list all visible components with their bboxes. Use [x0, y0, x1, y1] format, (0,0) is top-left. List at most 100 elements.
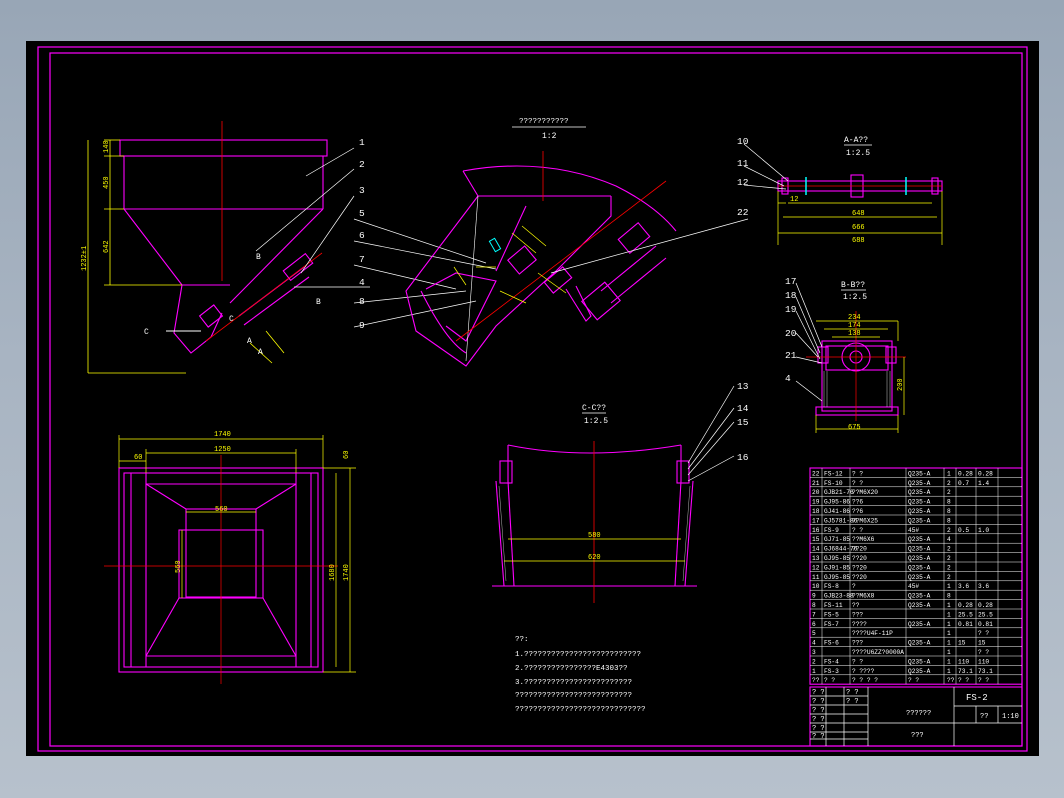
- dim-bb-174: 174: [848, 322, 861, 330]
- bom-cell-qty: 4: [947, 536, 951, 543]
- cyan-marker: [488, 237, 502, 253]
- bom-cell-code: FS-7: [824, 621, 839, 628]
- bom-header-w2: ? ?: [978, 677, 989, 684]
- bom-cell-mat: Q235-A: [908, 555, 931, 562]
- main-view-title: ???????????: [519, 118, 569, 126]
- bom-cell-qty: 2: [947, 480, 951, 487]
- section-aa-title: A-A??: [844, 136, 868, 145]
- bom-cell-w1: 0.28: [958, 470, 973, 477]
- bom-cell-no: 3: [812, 649, 816, 656]
- bom-cell-qty: 2: [947, 555, 951, 562]
- bom-cell-w2: 15: [978, 640, 986, 647]
- bom-cell-no: 2: [812, 658, 816, 665]
- balloon-7: 7: [359, 254, 365, 265]
- bom-cell-w2: 1.0: [978, 527, 989, 534]
- bom-cell-qty: 2: [947, 489, 951, 496]
- balloon-17: 17: [785, 276, 796, 287]
- bom-cell-qty: 2: [947, 574, 951, 581]
- bom-cell-w2: 73.1: [978, 668, 993, 675]
- bom-cell-qty: 1: [947, 470, 951, 477]
- bom-cell-w1: 0.81: [958, 621, 973, 628]
- bom-header-w1: ? ?: [958, 677, 969, 684]
- bom-cell-code: GJ95-86: [824, 499, 850, 506]
- bom-cell-w1: 15: [958, 640, 966, 647]
- bom-cell-name: ? ?: [852, 480, 863, 487]
- bom-cell-no: 7: [812, 611, 816, 618]
- bom-cell-no: 16: [812, 527, 820, 534]
- title-block-title: ??????: [906, 710, 931, 718]
- bom-cell-no: 10: [812, 583, 820, 590]
- bom-cell-name: ??20: [852, 555, 867, 562]
- title-block-cell-8: ? ?: [846, 698, 859, 706]
- bom-cell-no: 6: [812, 621, 816, 628]
- bom-cell-no: 15: [812, 536, 820, 543]
- bom-cell-name: ????U6ZZ?0000A: [852, 649, 904, 656]
- balloon-10: 10: [737, 136, 749, 147]
- left-elevation-view: [119, 139, 328, 354]
- bom-cell-no: 18: [812, 508, 820, 515]
- drawing-viewport[interactable]: 140 450 642 1232±1 B C C A A B 1 2 3 5 6…: [26, 41, 1039, 756]
- bom-cell-mat: Q235-A: [908, 489, 931, 496]
- notes-line-2: 2.????????????????E4303??: [515, 665, 628, 673]
- balloon-3: 3: [359, 185, 365, 196]
- dim-bb-234: 234: [848, 314, 861, 322]
- left-dimensions: [87, 139, 285, 374]
- bom-cell-name: ??6: [852, 499, 863, 506]
- balloon-14: 14: [737, 403, 749, 414]
- main-centerline-diag: [455, 180, 667, 342]
- bom-header-mat: ? ?: [908, 677, 919, 684]
- bom-cell-name: ??20: [852, 574, 867, 581]
- notes-line-4: ??????????????????????????: [515, 692, 632, 700]
- bom-cell-mat: Q235-A: [908, 602, 931, 609]
- bom-cell-mat: Q235-A: [908, 564, 931, 571]
- bom-cell-w2: 0.28: [978, 602, 993, 609]
- bom-cell-code: GJ41-86: [824, 508, 850, 515]
- bom-cell-name: ???: [852, 640, 863, 647]
- dim-left-642: 642: [103, 240, 111, 253]
- bom-cell-mat: Q235-A: [908, 546, 931, 553]
- bom-cell-qty: 1: [947, 658, 951, 665]
- bom-cell-w2: 110: [978, 658, 989, 665]
- balloon-18: 18: [785, 290, 797, 301]
- section-aa-scale: 1:2.5: [846, 149, 870, 158]
- bom-cell-code: FS-4: [824, 658, 839, 665]
- bom-cell-w1: 73.1: [958, 668, 973, 675]
- balloon-19: 19: [785, 304, 797, 315]
- bom-cell-name: ??20: [852, 564, 867, 571]
- bom-cell-mat: Q235-A: [908, 517, 931, 524]
- bom-cell-mat: Q235-A: [908, 668, 931, 675]
- bom-cell-name: ? ????: [852, 668, 875, 675]
- dim-aa-666: 666: [852, 224, 865, 232]
- title-block-cell-3: ? ?: [812, 707, 825, 715]
- bom-cell-name: ??M6X8: [852, 593, 875, 600]
- bom-cell-name: ??M6X25: [852, 517, 878, 524]
- main-view-scale: 1:2: [542, 132, 557, 141]
- bom-cell-mat: Q235-A: [908, 658, 931, 665]
- section-aa-view: [777, 174, 943, 198]
- title-block-cell-6: ? ?: [812, 733, 825, 741]
- bom-cell-no: 4: [812, 640, 816, 647]
- bom-cell-qty: 8: [947, 517, 951, 524]
- title-block-drawing-no: FS-2: [966, 693, 988, 703]
- dim-left-140: 140: [103, 140, 111, 153]
- bom-cell-qty: 1: [947, 640, 951, 647]
- bom-cell-no: 12: [812, 564, 820, 571]
- bom-cell-qty: 1: [947, 602, 951, 609]
- dim-plan-60: 60: [134, 454, 142, 462]
- bom-cell-name: ???: [852, 611, 863, 618]
- balloon-15: 15: [737, 417, 749, 428]
- bom-cell-w2: 1.4: [978, 480, 989, 487]
- bom-cell-name: ????U4F-11P: [852, 630, 893, 637]
- balloon-20: 20: [785, 328, 797, 339]
- bom-cell-w2: 25.5: [978, 611, 993, 618]
- bom-cell-w1: 110: [958, 658, 969, 665]
- title-block-cell-4: ? ?: [812, 716, 825, 724]
- section-bb-title: B-B??: [841, 281, 865, 290]
- dim-plan-560a: 560: [215, 506, 228, 514]
- dim-bb-200: 200: [897, 378, 905, 391]
- bom-cell-no: 19: [812, 499, 820, 506]
- balloon-6: 6: [359, 230, 365, 241]
- dim-bb-138: 138: [848, 330, 861, 338]
- bom-cell-name: ??20: [852, 546, 867, 553]
- bom-cell-name: ????: [852, 621, 867, 628]
